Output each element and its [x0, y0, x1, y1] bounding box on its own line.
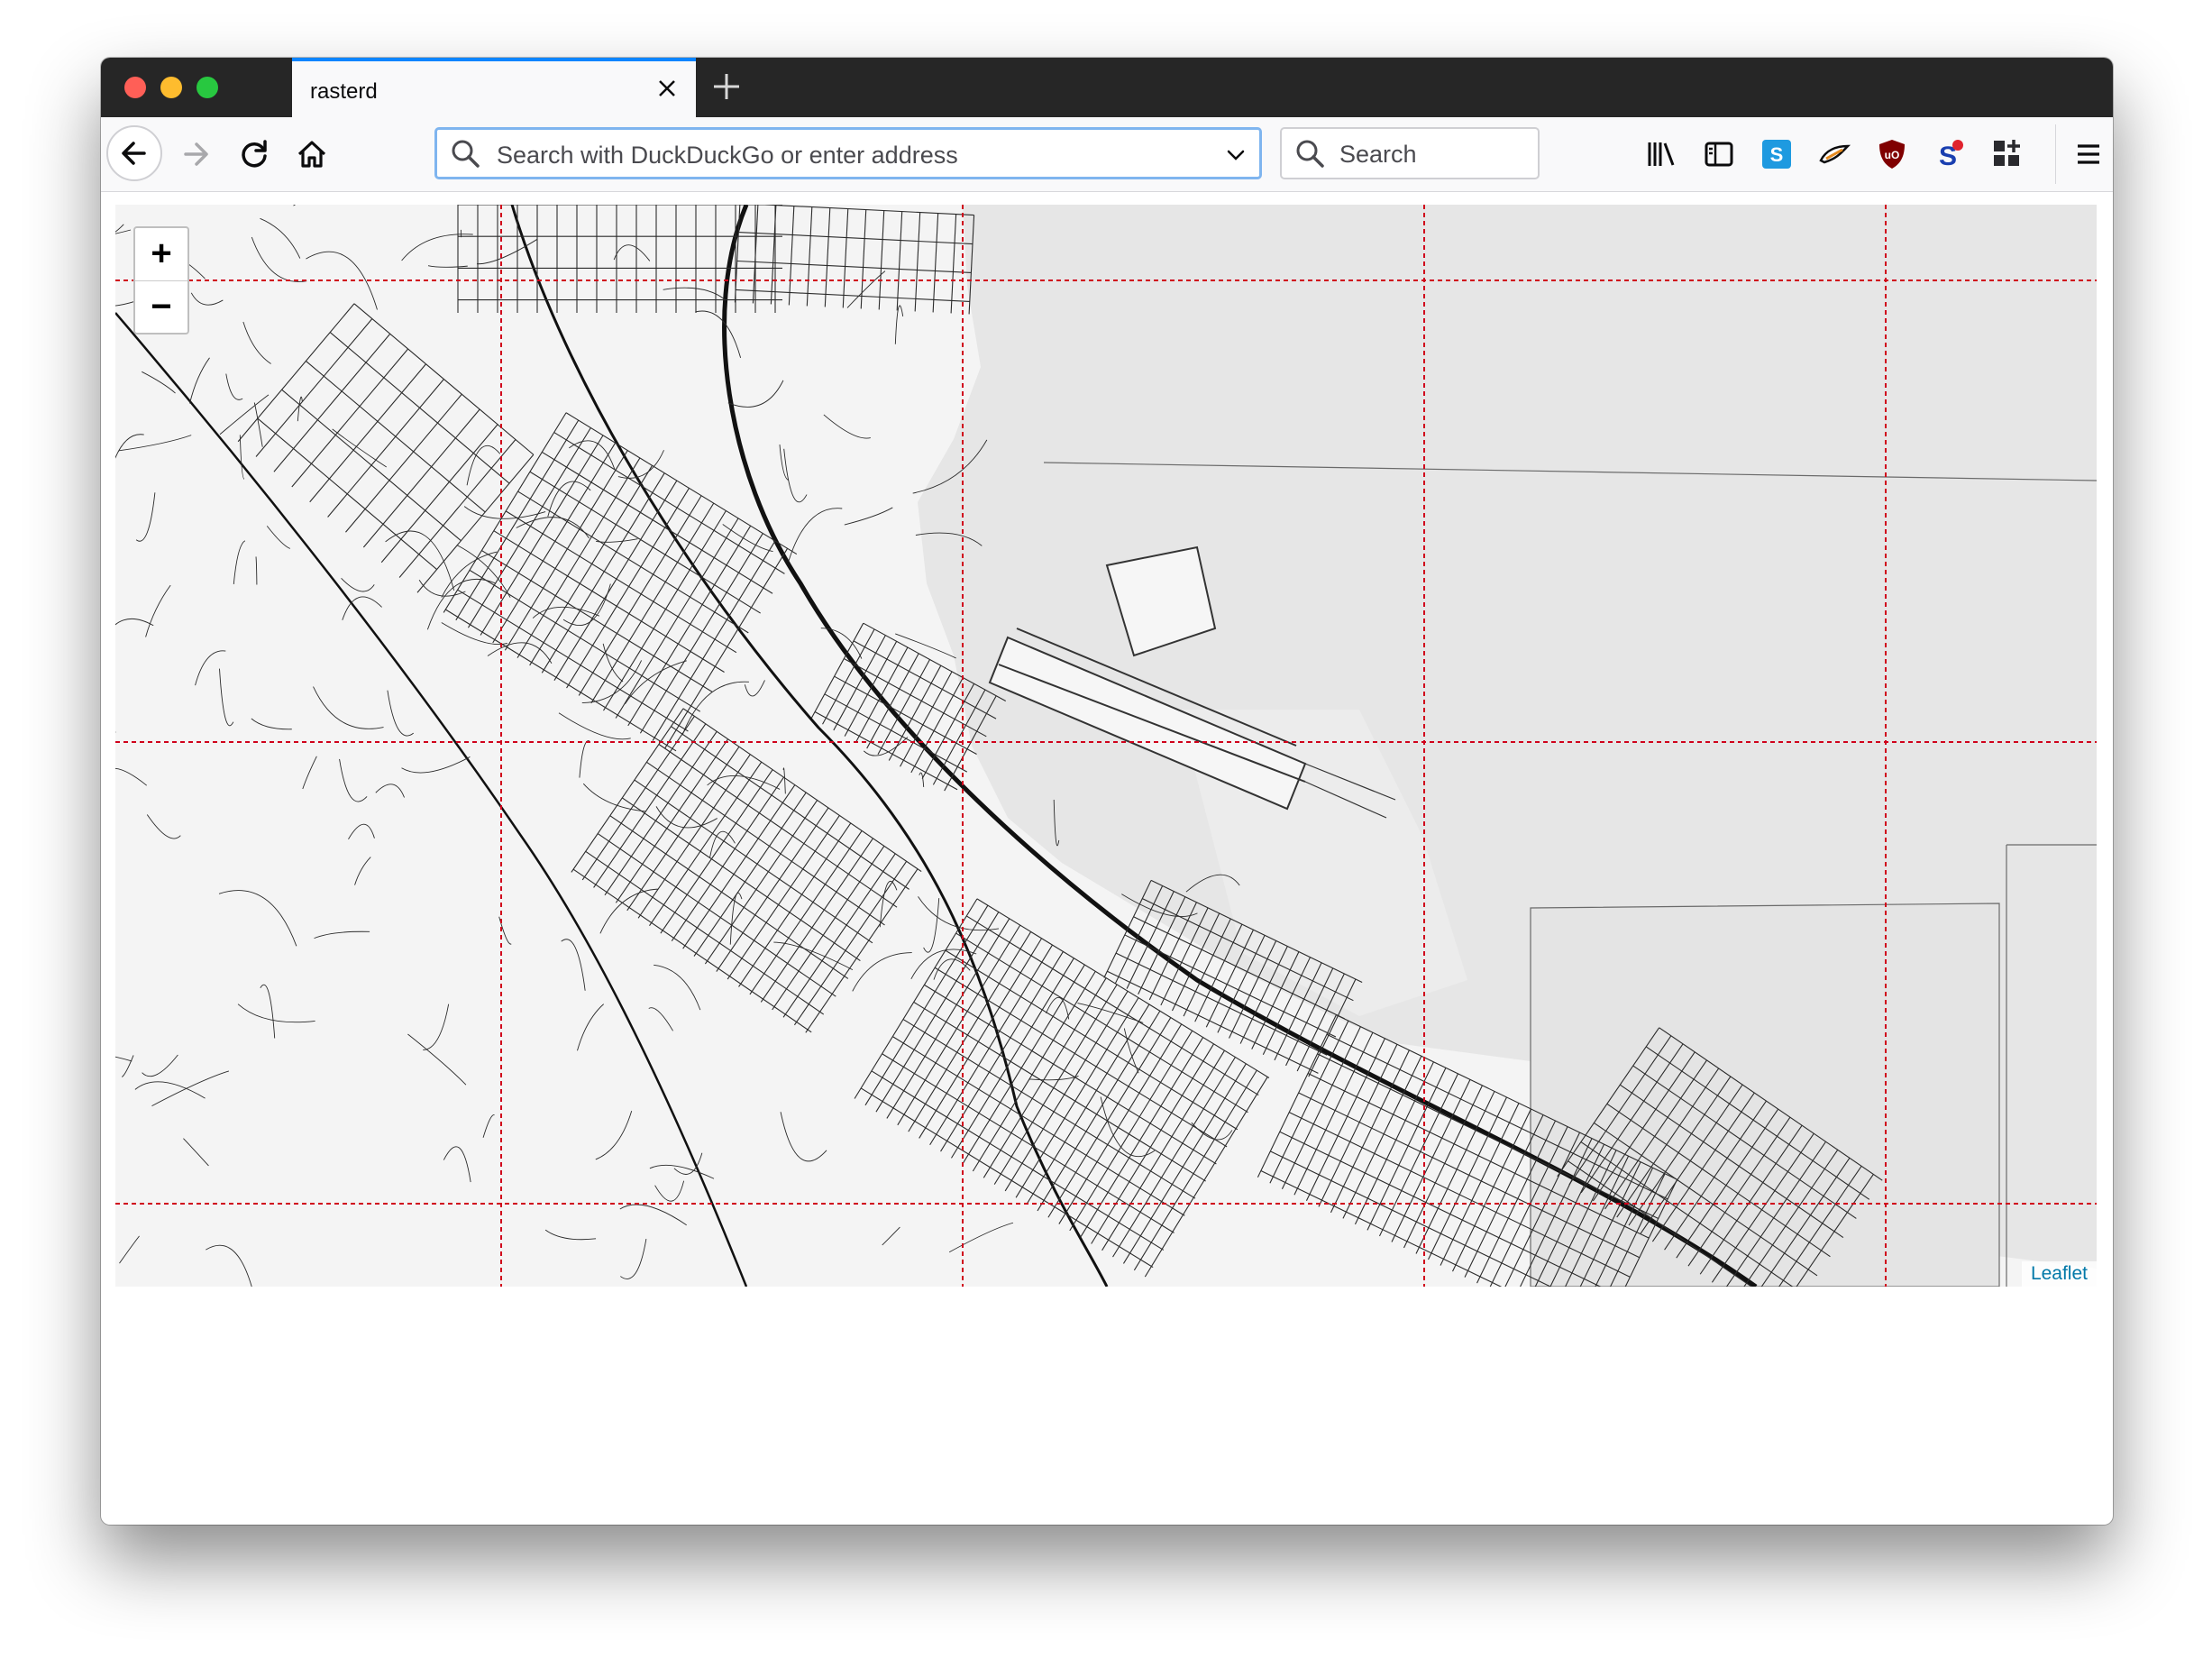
forward-button[interactable]	[171, 129, 222, 179]
back-button[interactable]	[106, 125, 162, 181]
window-close-button[interactable]	[124, 77, 146, 98]
address-input[interactable]	[495, 138, 1202, 172]
navigation-toolbar: S uO S	[101, 117, 2113, 192]
extension-s-icon[interactable]: S	[1933, 137, 1967, 171]
home-button[interactable]	[287, 129, 337, 179]
menu-icon[interactable]	[2071, 137, 2106, 171]
map-tiles[interactable]	[115, 205, 2097, 1287]
window-maximize-button[interactable]	[197, 77, 218, 98]
map-viewport[interactable]: + − Leaflet	[115, 205, 2097, 1287]
window-minimize-button[interactable]	[160, 77, 182, 98]
browser-window: rasterd Search with DuckDuckGo or enter …	[101, 58, 2113, 1525]
toolbar-separator	[2055, 124, 2056, 184]
chevron-down-icon[interactable]	[1223, 142, 1248, 168]
address-bar[interactable]	[434, 127, 1262, 179]
reload-button[interactable]	[229, 129, 279, 179]
extensions-grid-icon[interactable]	[1990, 137, 2025, 171]
zoom-in-button[interactable]: +	[135, 228, 187, 281]
ublock-origin-icon[interactable]: uO	[1875, 137, 1909, 171]
sidebar-icon[interactable]	[1702, 137, 1736, 171]
search-icon	[452, 140, 480, 168]
close-tab-icon[interactable]	[654, 76, 680, 101]
baylands-box	[1530, 903, 2000, 1287]
tab-title: rasterd	[310, 79, 378, 104]
leaflet-attribution-link[interactable]: Leaflet	[2021, 1261, 2097, 1287]
svg-text:uO: uO	[1885, 149, 1900, 161]
library-icon[interactable]	[1644, 137, 1678, 171]
tab-strip: rasterd	[101, 58, 2113, 117]
zoom-control: + −	[133, 226, 189, 335]
skype-extension-icon[interactable]: S	[1760, 137, 1794, 171]
search-input[interactable]	[1338, 138, 1531, 170]
arrow-left-icon	[122, 142, 146, 165]
svg-text:S: S	[1770, 143, 1784, 166]
new-tab-icon[interactable]	[710, 70, 743, 103]
zoom-out-button[interactable]: −	[135, 281, 187, 334]
street	[460, 229, 462, 238]
search-icon	[1296, 140, 1324, 168]
search-bar[interactable]	[1280, 127, 1540, 179]
extension-bird-icon[interactable]	[1817, 137, 1851, 171]
tab-rasterd[interactable]: rasterd	[292, 58, 696, 117]
